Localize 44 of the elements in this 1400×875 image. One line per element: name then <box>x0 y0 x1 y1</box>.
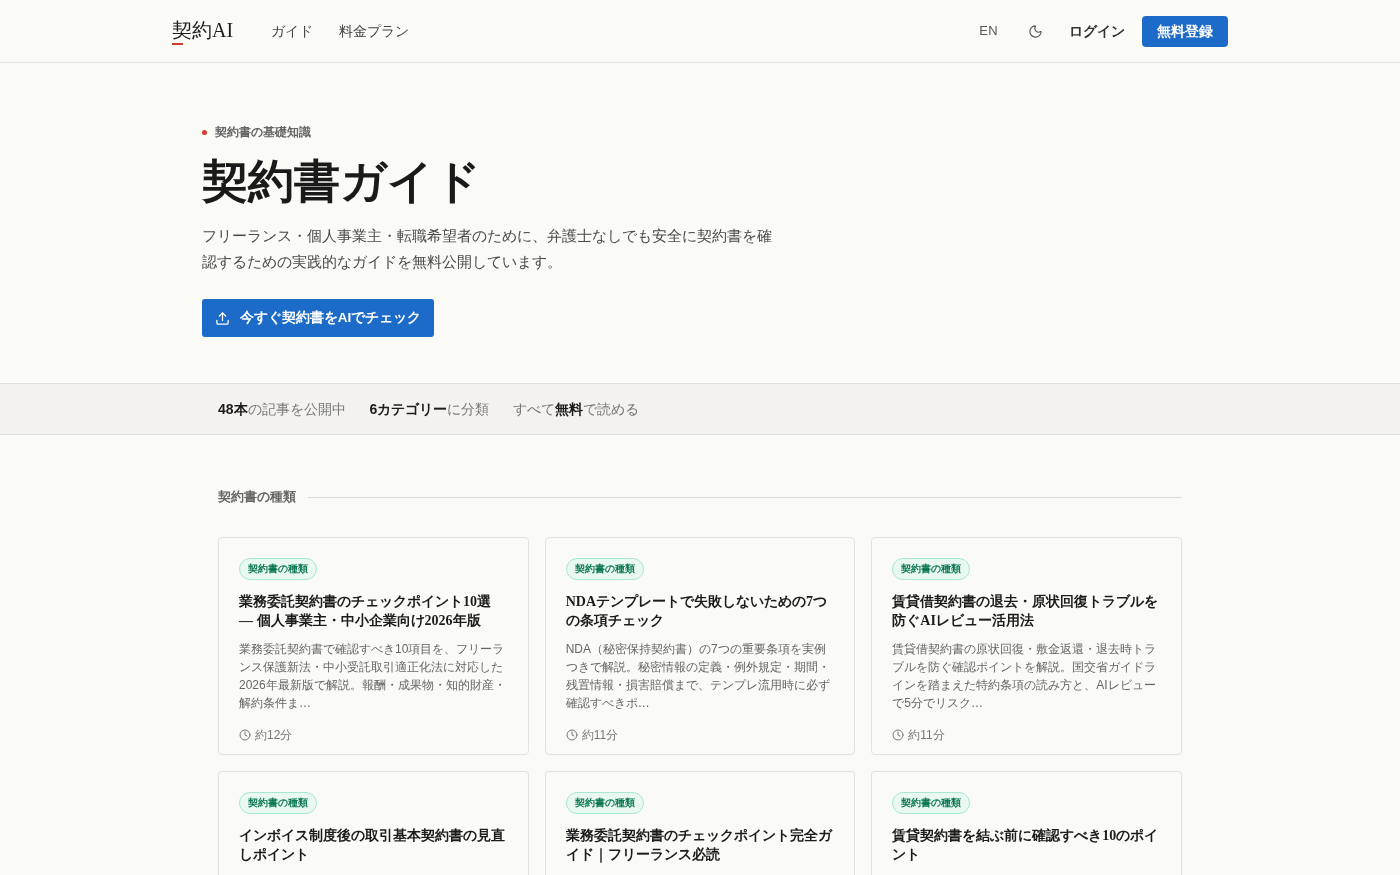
article-title: 賃貸契約書を結ぶ前に確認すべき10のポイント <box>892 826 1160 864</box>
article-title: 業務委託契約書のチェックポイント10選 — 個人事業主・中小企業向け2026年版 <box>239 592 492 630</box>
signup-button[interactable]: 無料登録 <box>1142 15 1228 47</box>
accent-bar-icon <box>172 42 183 45</box>
article-summary: NDA（秘密保持契約書）の7つの重要条項を実例つきで解説。秘密情報の定義・例外規定・期間・残置情報・損害賠償まで、テンプレ流用時に必ず確認すべきポ… <box>565 640 831 712</box>
category-tag: 契約書の種類 <box>565 557 644 580</box>
category-tag: 契約書の種類 <box>239 557 317 580</box>
section-heading: 契約書の種類 <box>218 489 296 506</box>
login-button[interactable]: ログイン <box>1069 20 1125 42</box>
category-tag: 契約書の種類 <box>892 791 971 814</box>
cta-button[interactable]: 今すぐ契約書をAIでチェック <box>202 299 434 337</box>
article-card[interactable]: 契約書の種類 業務委託契約書のチェックポイント10選 — 個人事業主・中小企業向け2026年版 業務委託契約書で確認すべき10項目を、フリーランス保護新法・中小受託取引適正化法に対応した2026年最新版で解説。報酬・成果物・知的財産・解約条件ま… 約12分 <box>218 536 529 755</box>
dark-mode-icon[interactable] <box>1028 23 1043 39</box>
article-card[interactable]: 契約書の種類 賃貸契約書を結ぶ前に確認すべき10のポイント <box>871 770 1182 875</box>
article-title: インボイス制度後の取引基本契約書の見直しポイント <box>239 826 506 864</box>
logo[interactable]: 契約AI <box>172 17 234 42</box>
article-title: 賃貸借契約書の退去・原状回復トラブルを防ぐAIレビュー活用法 <box>892 592 1160 630</box>
article-summary: 賃貸借契約書の原状回復・敷金返還・退去時トラブルを防ぐ確認ポイントを解説。国交省ガイドラインを踏まえた特約条項の読み方と、AIレビューで5分でリスク… <box>892 640 1158 712</box>
clock-icon <box>239 728 251 741</box>
article-title: NDAテンプレートで失敗しないための7つの条項チェック <box>565 592 828 630</box>
eyebrow-label: 契約書の基礎知識 <box>215 124 311 141</box>
language-button[interactable]: EN <box>979 21 998 41</box>
article-card[interactable]: 契約書の種類 NDAテンプレートで失敗しないための7つの条項チェック NDA（秘密保持契約書）の7つの重要条項を実例つきで解説。秘密情報の定義・例外規定・期間・残置情報・損害賠償まで、テンプレ流用時に必ず確認すべきポ… 約11分 <box>544 536 856 755</box>
nav-link[interactable]: 料金プラン <box>339 20 410 42</box>
article-card[interactable]: 契約書の種類 賃貸借契約書の退去・原状回復トラブルを防ぐAIレビュー活用法 賃貸借契約書の原状回復・敷金返還・退去時トラブルを防ぐ確認ポイントを解説。国交省ガイドラインを踏まえた特約条項の読み方と、AIレビューで5分でリスク… 約11分 <box>871 536 1182 755</box>
page-title: 契約書ガイド <box>202 155 481 209</box>
stat-text: 6カテゴリーに分類 <box>369 399 490 419</box>
article-card[interactable]: 契約書の種類 インボイス制度後の取引基本契約書の見直しポイント <box>218 770 529 875</box>
read-time: 約11分 <box>908 726 945 744</box>
upload-icon <box>214 310 230 326</box>
article-title: 業務委託契約書のチェックポイント完全ガイド｜フリーランス必読 <box>565 826 834 864</box>
read-time: 約12分 <box>255 726 293 744</box>
read-time: 約11分 <box>581 726 619 744</box>
nav-link[interactable]: ガイド <box>271 20 314 42</box>
clock-icon <box>565 728 578 741</box>
category-tag: 契約書の種類 <box>565 791 644 814</box>
clock-icon <box>892 728 905 741</box>
article-summary: 業務委託契約書で確認すべき10項目を、フリーランス保護新法・中小受託取引適正化法に対応した2026年最新版で解説。報酬・成果物・知的財産・解約条件ま… <box>239 640 507 712</box>
hero-description: フリーランス・個人事業主・転職希望者のために、弁護士なしでも安全に契約書を確認するための実践的なガイドを無料公開しています。 <box>202 226 773 272</box>
stat-text: すべて無料で読める <box>513 399 640 419</box>
article-card[interactable]: 契約書の種類 業務委託契約書のチェックポイント完全ガイド｜フリーランス必読 <box>544 770 856 875</box>
category-tag: 契約書の種類 <box>239 791 317 814</box>
stat-text: 48本の記事を公開中 <box>218 399 346 419</box>
category-tag: 契約書の種類 <box>892 557 971 580</box>
